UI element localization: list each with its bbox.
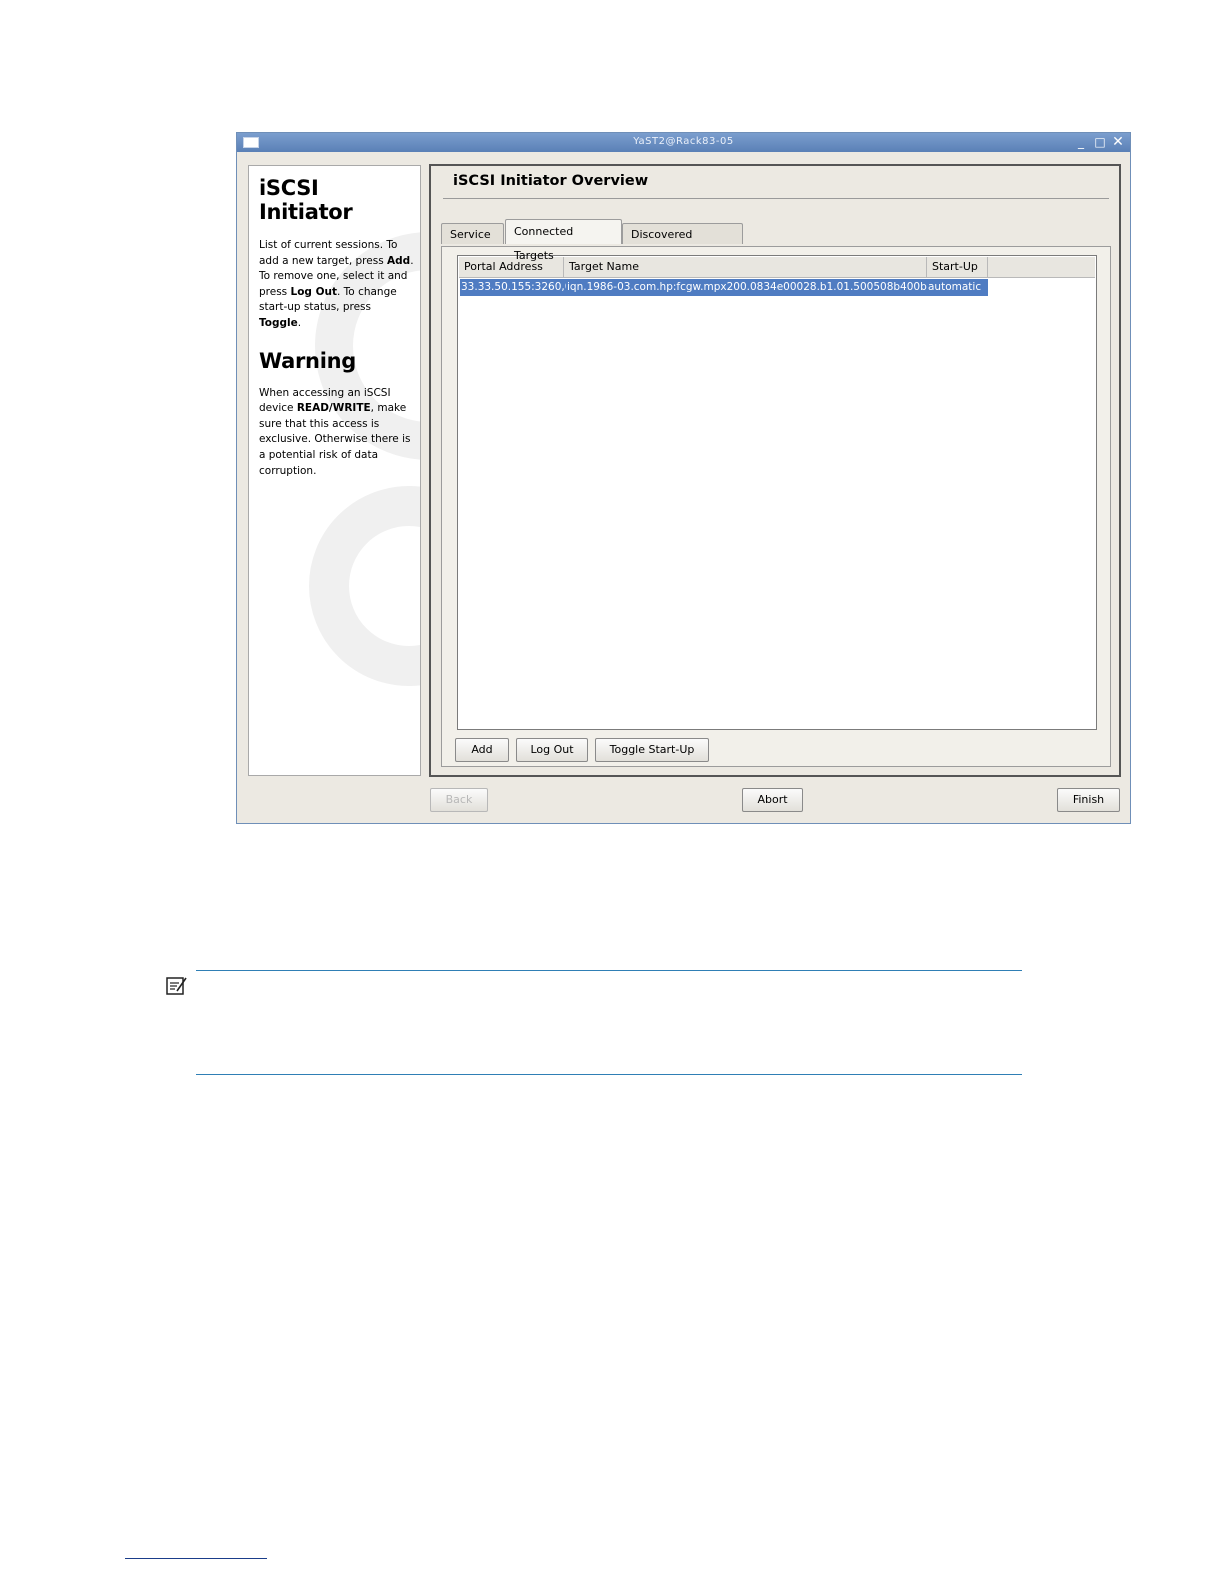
column-header-start-up[interactable]: Start-Up: [927, 257, 988, 277]
minimize-icon[interactable]: _: [1074, 135, 1088, 149]
warning-title: Warning: [259, 348, 356, 373]
maximize-icon[interactable]: □: [1093, 135, 1107, 149]
column-header-target-name[interactable]: Target Name: [564, 257, 927, 277]
add-button[interactable]: Add: [455, 738, 509, 762]
tab-connected-targets[interactable]: Connected Targets: [505, 219, 622, 262]
connected-targets-panel: Portal Address Target Name Start-Up 33.3…: [441, 246, 1111, 767]
targets-table[interactable]: Portal Address Target Name Start-Up 33.3…: [457, 255, 1097, 730]
note-pad-icon: [166, 977, 187, 995]
cell-start-up: automatic: [928, 281, 982, 293]
yast-window: YaST2@Rack83-05 _ □ ✕ iSCSI Initiator Li…: [236, 132, 1131, 824]
tab-discovered-targets[interactable]: Discovered Targets: [622, 223, 743, 262]
cell-portal-address: 33.33.50.155:3260,0: [461, 281, 566, 293]
tab-service[interactable]: Service: [441, 223, 504, 244]
toggle-start-up-button[interactable]: Toggle Start-Up: [595, 738, 709, 762]
help-panel: iSCSI Initiator List of current sessions…: [248, 165, 421, 776]
note-bottom-rule: [196, 1074, 1022, 1075]
warning-text: When accessing an iSCSI device READ/WRIT…: [259, 386, 411, 477]
finish-button[interactable]: Finish: [1057, 788, 1120, 812]
footnote-rule: [125, 1558, 267, 1559]
back-button[interactable]: Back: [430, 788, 488, 812]
note-top-rule: [196, 970, 1022, 971]
window-title: YaST2@Rack83-05: [633, 136, 734, 147]
abort-button[interactable]: Abort: [742, 788, 803, 812]
table-header: Portal Address Target Name Start-Up: [459, 257, 1095, 278]
cell-target-name: iqn.1986-03.com.hp:fcgw.mpx200.0834e0002…: [567, 281, 927, 293]
log-out-button[interactable]: Log Out: [516, 738, 588, 762]
main-frame: iSCSI Initiator Overview Service Connect…: [429, 164, 1121, 777]
table-row[interactable]: 33.33.50.155:3260,0 iqn.1986-03.com.hp:f…: [460, 279, 988, 296]
title-divider: [443, 198, 1109, 199]
window-titlebar[interactable]: YaST2@Rack83-05 _ □ ✕: [237, 133, 1130, 152]
page-title: iSCSI Initiator Overview: [453, 173, 649, 189]
help-intro-text: List of current sessions. To add a new t…: [259, 239, 414, 329]
help-title: iSCSI Initiator: [259, 176, 353, 224]
close-icon[interactable]: ✕: [1111, 135, 1125, 149]
